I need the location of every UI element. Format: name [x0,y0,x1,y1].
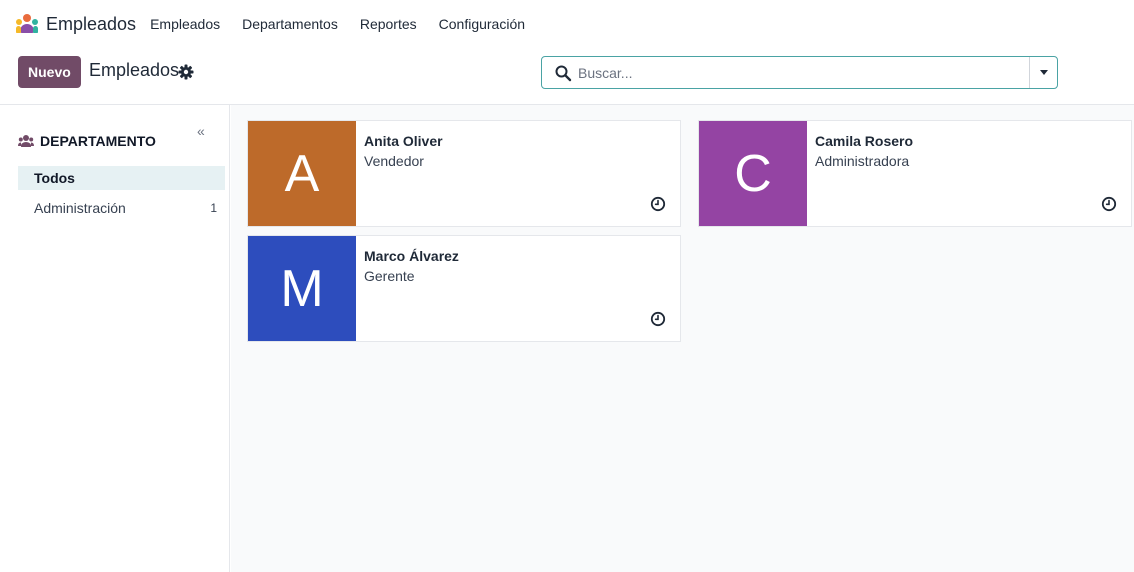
employee-card[interactable]: A Anita Oliver Vendedor [247,120,681,227]
card-body: Marco Álvarez Gerente [356,236,680,341]
clock-icon[interactable] [1101,196,1117,212]
employee-job: Vendedor [364,153,424,169]
caret-down-icon [1039,70,1048,75]
employee-name: Anita Oliver [364,133,443,149]
department-sidebar: DEPARTAMENTO « Todos Administración 1 [0,105,230,572]
clock-icon[interactable] [650,196,666,212]
clock-icon[interactable] [650,311,666,327]
sidebar-item-label: Todos [34,170,75,186]
employee-card[interactable]: M Marco Álvarez Gerente [247,235,681,342]
avatar: A [248,121,356,226]
search-icon [555,65,572,81]
employee-card[interactable]: C Camila Rosero Administradora [698,120,1132,227]
menu-item-configuracion[interactable]: Configuración [439,16,525,32]
menu-item-departamentos[interactable]: Departamentos [242,16,338,32]
sidebar-item-count: 1 [210,201,217,215]
employee-name: Camila Rosero [815,133,914,149]
control-panel: Nuevo Empleados [0,48,1134,104]
menu-item-reportes[interactable]: Reportes [360,16,417,32]
menu-item-empleados[interactable]: Empleados [150,16,220,32]
search-options-toggle[interactable] [1029,57,1057,88]
sidebar-item-administracion[interactable]: Administración 1 [18,196,225,220]
new-button[interactable]: Nuevo [18,56,81,88]
sidebar-item-label: Administración [34,200,126,216]
card-body: Anita Oliver Vendedor [356,121,680,226]
sidebar-item-todos[interactable]: Todos [18,166,225,190]
sidebar-heading: DEPARTAMENTO [18,133,156,149]
page-title: Empleados [89,60,180,80]
app-name[interactable]: Empleados [46,14,136,35]
people-icon [18,135,34,147]
avatar: M [248,236,356,341]
avatar: C [699,121,807,226]
kanban-view: A Anita Oliver Vendedor C Camila Rosero … [231,105,1134,572]
employee-job: Administradora [815,153,910,169]
employee-name: Marco Álvarez [364,248,459,264]
employee-job: Gerente [364,268,415,284]
top-navbar: Empleados Empleados Departamentos Report… [0,0,1134,48]
search-input[interactable] [578,64,1029,81]
card-body: Camila Rosero Administradora [807,121,1131,226]
search-bar [541,56,1058,89]
sidebar-heading-label: DEPARTAMENTO [40,133,156,149]
app-logo-icon[interactable] [16,14,38,34]
collapse-icon[interactable]: « [197,123,205,139]
gear-icon[interactable] [178,64,194,80]
